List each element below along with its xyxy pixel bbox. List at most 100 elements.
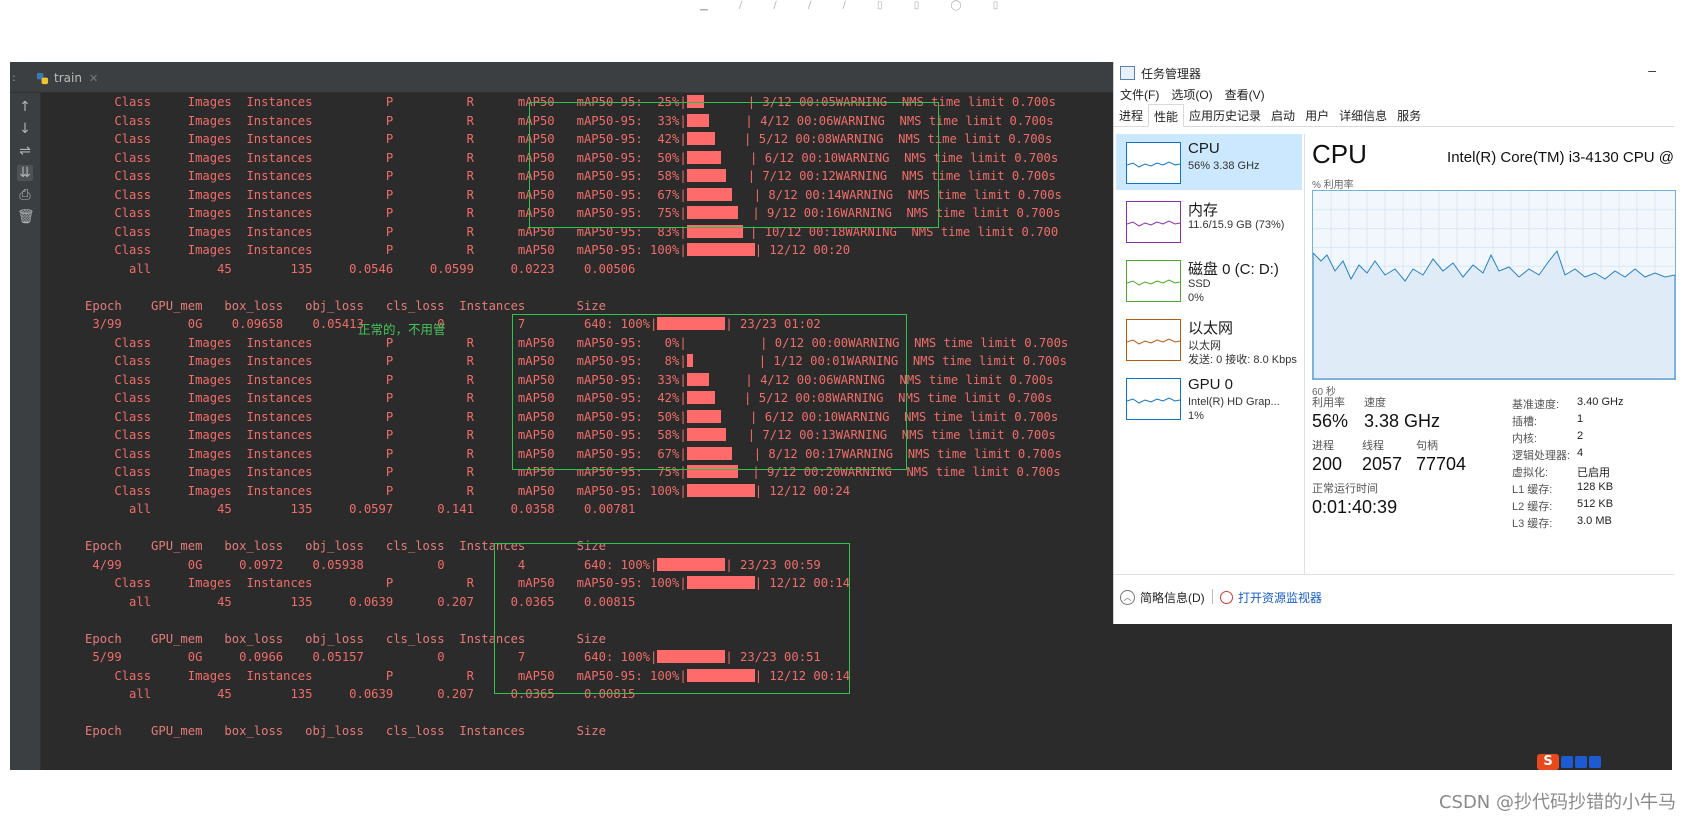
divider — [1212, 589, 1213, 604]
summary-label: 简略信息(D) — [1140, 591, 1205, 605]
run-tabbar: : train ✕ — [10, 62, 1115, 93]
resource-item[interactable]: 磁盘 0 (C: D:) SSD 0% — [1116, 252, 1302, 308]
console-line-suffix: | 12/12 00:24 — [754, 483, 851, 498]
highlight-box — [529, 102, 939, 228]
spec-row: 基准速度: 3.40 GHz — [1512, 396, 1623, 413]
tab-4[interactable]: 用户 — [1300, 104, 1334, 126]
resource-line2: Intel(R) HD Grap... — [1188, 396, 1280, 408]
summary-button[interactable]: ︿ 简略信息(D) — [1120, 589, 1205, 606]
task-manager-window: 任务管理器 – 文件(F) 选项(O) 查看(V) 进程 性能 应用历史记录 启动 用户 详细… — [1113, 62, 1676, 624]
arrow-down-icon[interactable]: ↓ — [17, 121, 33, 137]
console-line: all 45 135 0.0546 0.0599 0.0223 0.00506 — [41, 260, 635, 279]
tab-train-label: train — [54, 71, 82, 85]
progress-bar — [686, 483, 755, 497]
menu-item[interactable]: 选项(O) — [1171, 86, 1212, 103]
trash-icon[interactable]: 🗑 — [17, 209, 35, 225]
tab-train[interactable]: train ✕ — [36, 69, 98, 87]
spec-value: 1 — [1577, 413, 1584, 425]
stat-threads: 线程 2057 — [1362, 440, 1403, 474]
resource-line3: 1% — [1188, 410, 1204, 422]
resource-item[interactable]: GPU 0 Intel(R) HD Grap... 1% — [1116, 370, 1302, 426]
resource-line3: 0% — [1188, 292, 1204, 304]
spec-key: 逻辑处理器: — [1512, 450, 1571, 462]
cpu-model: Intel(R) Core(TM) i3-4130 CPU @ — [1447, 149, 1674, 166]
cpu-spec-table: 基准速度: 3.40 GHz 插槽: 1 内核: 2 逻辑处理器: 4 虚拟化: 已启用 L1 缓存… — [1512, 396, 1623, 532]
console-line: all 45 135 0.0597 0.141 0.0358 0.00781 — [41, 500, 635, 519]
python-icon — [36, 72, 49, 84]
tab-2[interactable]: 应用历史记录 — [1184, 104, 1266, 126]
menu-item[interactable]: 查看(V) — [1225, 86, 1265, 103]
minimize-button[interactable]: – — [1648, 62, 1656, 78]
tab-3[interactable]: 启动 — [1266, 104, 1300, 126]
task-manager-icon — [1120, 66, 1135, 80]
resource-item[interactable]: 内存 11.6/15.9 GB (73%) — [1116, 193, 1302, 249]
console-line-text: Epoch GPU_mem box_loss obj_loss cls_loss… — [41, 724, 606, 738]
console-line: Class Images Instances P R mAP50 mAP50-9… — [41, 482, 850, 501]
resource-thumbnail — [1126, 260, 1181, 302]
spec-key: L1 缓存: — [1512, 484, 1553, 496]
spec-value: 2 — [1577, 430, 1584, 442]
resource-monitor-link[interactable]: 打开资源监视器 — [1220, 589, 1322, 606]
close-icon[interactable]: ✕ — [89, 72, 98, 85]
cpu-panel: CPU Intel(R) Core(TM) i3-4130 CPU @ % 利用… — [1312, 134, 1676, 574]
arrow-up-icon[interactable]: ↑ — [17, 99, 33, 115]
resource-name: 以太网 — [1188, 320, 1234, 337]
annotation-text: 正常的，不用管 — [358, 322, 446, 337]
resource-list: CPU 56% 3.38 GHz 内存 11.6/15.9 GB (73%) 磁盘 0 … — [1114, 134, 1305, 574]
print-icon[interactable]: ⎙ — [17, 187, 33, 203]
top-frame-marks: ▁ ∕ ∕ ∕ ∕ ▯ ▯ ◯ ▯ — [700, 0, 1013, 11]
resource-thumbnail — [1126, 319, 1181, 361]
util-axis-label: % 利用率 — [1312, 180, 1354, 191]
soft-wrap-icon[interactable]: ⇌ — [17, 143, 33, 159]
resource-thumbnail — [1126, 201, 1181, 243]
resource-line2: SSD — [1188, 278, 1211, 290]
spec-value: 128 KB — [1577, 481, 1614, 493]
tab-0[interactable]: 进程 — [1114, 104, 1148, 126]
stat-utilization: 利用率 56% — [1312, 397, 1349, 431]
menu-item[interactable]: 文件(F) — [1120, 86, 1159, 103]
spec-key: 虚拟化: — [1512, 467, 1549, 479]
spec-row: 逻辑处理器: 4 — [1512, 447, 1623, 464]
ime-icon — [1575, 756, 1587, 768]
resource-thumbnail — [1126, 378, 1181, 420]
resource-name: GPU 0 — [1188, 376, 1234, 393]
resource-name: 磁盘 0 (C: D:) — [1188, 261, 1279, 278]
stat-handles: 句柄 77704 — [1416, 440, 1467, 474]
resource-item[interactable]: CPU 56% 3.38 GHz — [1116, 134, 1302, 190]
console-line-text: Epoch GPU_mem box_loss obj_loss cls_loss… — [41, 298, 606, 313]
resource-monitor-icon — [1220, 591, 1233, 604]
spec-row: 内核: 2 — [1512, 430, 1623, 447]
epoch-header-line: Epoch GPU_mem box_loss obj_loss cls_loss… — [41, 297, 606, 316]
spec-value: 4 — [1577, 447, 1584, 459]
tabbar-label: : — [12, 71, 16, 84]
epoch-header-line: Epoch GPU_mem box_loss obj_loss cls_loss… — [41, 722, 606, 741]
resource-line2: 11.6/15.9 GB (73%) — [1188, 219, 1285, 231]
spec-key: 插槽: — [1512, 416, 1538, 428]
spec-row: L3 缓存: 3.0 MB — [1512, 515, 1623, 532]
tab-6[interactable]: 服务 — [1392, 104, 1426, 126]
console-line-suffix: | 12/12 00:20 — [754, 243, 851, 257]
window-title-text: 任务管理器 — [1141, 66, 1202, 81]
console-line-text: Class Images Instances P R mAP50 mAP50-9… — [41, 483, 687, 498]
chevron-up-icon: ︿ — [1120, 590, 1135, 605]
spec-value: 已启用 — [1577, 467, 1610, 479]
stat-processes: 进程 200 — [1312, 440, 1343, 474]
console-line-text: all 45 135 0.0597 0.141 0.0358 0.00781 — [41, 502, 636, 516]
resource-thumbnail — [1126, 142, 1181, 184]
console-toolbar: ↑ ↓ ⇌ ⇊ ⎙ 🗑 — [10, 93, 41, 770]
ime-icon — [1561, 756, 1573, 768]
spec-key: L3 缓存: — [1512, 518, 1553, 530]
ime-toolbar[interactable]: S — [1537, 754, 1601, 770]
tab-5[interactable]: 详细信息 — [1334, 104, 1392, 126]
spec-value: 512 KB — [1577, 498, 1614, 510]
highlight-box — [494, 543, 850, 694]
spec-row: L1 缓存: 128 KB — [1512, 481, 1623, 498]
spec-value: 3.0 MB — [1577, 515, 1612, 527]
spec-row: L2 缓存: 512 KB — [1512, 498, 1623, 515]
tab-1[interactable]: 性能 — [1148, 104, 1185, 127]
spec-key: 内核: — [1512, 433, 1538, 445]
spec-row: 插槽: 1 — [1512, 413, 1623, 430]
ime-icon — [1589, 756, 1601, 768]
scroll-to-end-icon[interactable]: ⇊ — [17, 165, 33, 181]
resource-item[interactable]: 以太网 以太网 发送: 0 接收: 8.0 Kbps — [1116, 311, 1302, 367]
